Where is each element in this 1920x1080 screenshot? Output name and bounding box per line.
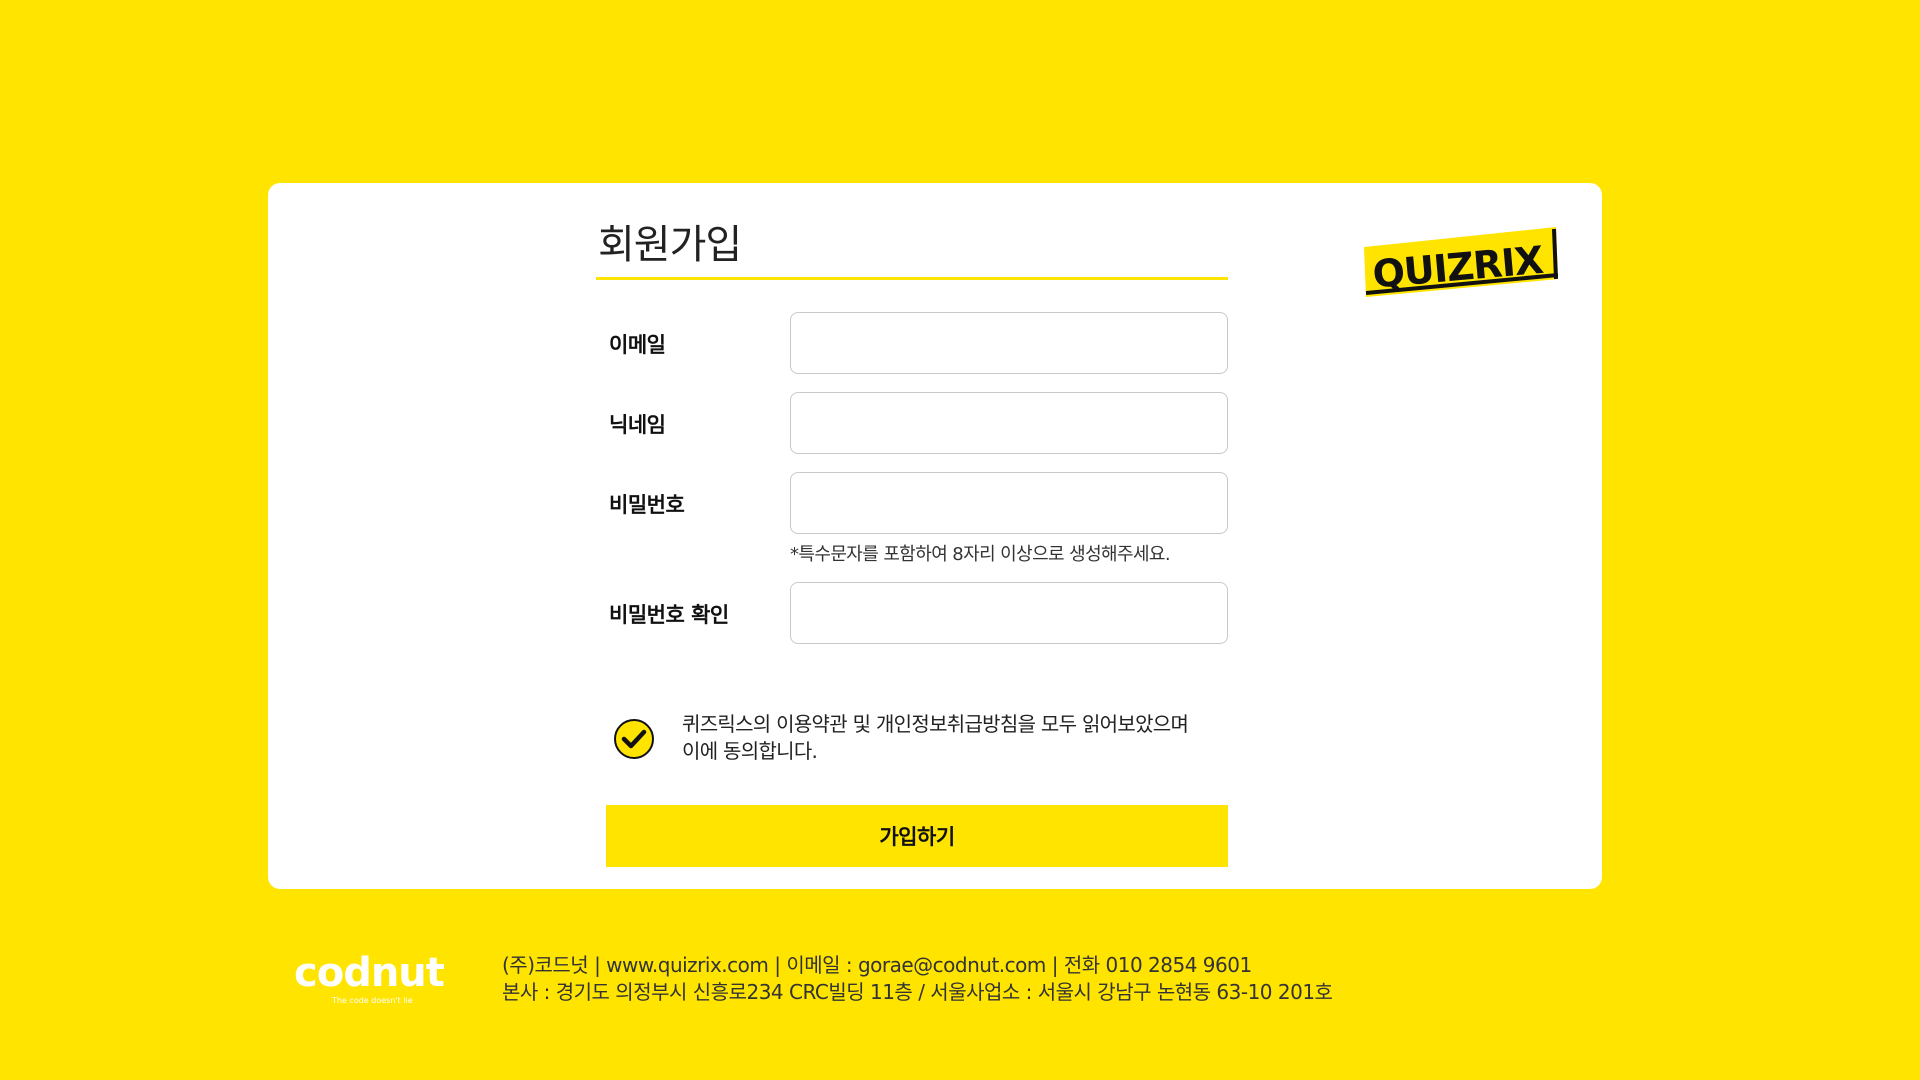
footer-line1: (주)코드넛 | www.quizrix.com | 이메일 : gorae@c… bbox=[502, 953, 1252, 977]
footer: codnut The code doesn't lie (주)코드넛 | www… bbox=[292, 948, 1492, 1018]
agree-text-line1: 퀴즈릭스의 이용약관 및 개인정보취급방침을 모두 읽어보았으며 bbox=[682, 712, 1189, 736]
title-divider bbox=[596, 277, 1228, 280]
codnut-logo: codnut The code doesn't lie bbox=[292, 950, 452, 1008]
page-title: 회원가입 bbox=[598, 222, 742, 268]
email-label: 이메일 bbox=[609, 333, 666, 357]
email-input[interactable] bbox=[790, 312, 1228, 374]
signup-form: 회원가입 이메일 닉네임 비밀번호 *특수문자를 포함하여 8자리 이상으로 생… bbox=[596, 221, 1228, 867]
agree-text-line2: 이에 동의합니다. bbox=[682, 739, 818, 763]
footer-info: (주)코드넛 | www.quizrix.com | 이메일 : gorae@c… bbox=[502, 952, 1333, 1006]
footer-line2: 본사 : 경기도 의정부시 신흥로234 CRC빌딩 11층 / 서울사업소 :… bbox=[502, 980, 1333, 1004]
agree-text: 퀴즈릭스의 이용약관 및 개인정보취급방침을 모두 읽어보았으며 이에 동의합니… bbox=[682, 711, 1242, 765]
email-row: 이메일 bbox=[596, 312, 1228, 374]
password-row: 비밀번호 *특수문자를 포함하여 8자리 이상으로 생성해주세요. bbox=[596, 472, 1228, 565]
password-confirm-row: 비밀번호 확인 bbox=[596, 582, 1228, 644]
terms-agreement: 퀴즈릭스의 이용약관 및 개인정보취급방침을 모두 읽어보았으며 이에 동의합니… bbox=[596, 711, 1256, 771]
agree-checkbox[interactable] bbox=[614, 719, 654, 759]
password-confirm-label: 비밀번호 확인 bbox=[609, 603, 729, 627]
nickname-input[interactable] bbox=[790, 392, 1228, 454]
nickname-row: 닉네임 bbox=[596, 392, 1228, 454]
password-confirm-input[interactable] bbox=[790, 582, 1228, 644]
signup-card: QUIZRIX 회원가입 이메일 닉네임 비밀번호 *특수문자를 포함하여 8자… bbox=[268, 183, 1602, 889]
check-icon bbox=[621, 729, 647, 749]
nickname-label: 닉네임 bbox=[609, 413, 666, 437]
password-hint: *특수문자를 포함하여 8자리 이상으로 생성해주세요. bbox=[790, 544, 1171, 565]
password-label: 비밀번호 bbox=[609, 493, 685, 517]
codnut-wordmark: codnut bbox=[294, 950, 445, 996]
password-input[interactable] bbox=[790, 472, 1228, 534]
codnut-tagline: The code doesn't lie bbox=[332, 996, 413, 1005]
signup-button[interactable]: 가입하기 bbox=[606, 805, 1228, 867]
quizrix-logo-icon: QUIZRIX bbox=[1364, 227, 1558, 297]
quizrix-logo: QUIZRIX bbox=[1362, 225, 1558, 297]
